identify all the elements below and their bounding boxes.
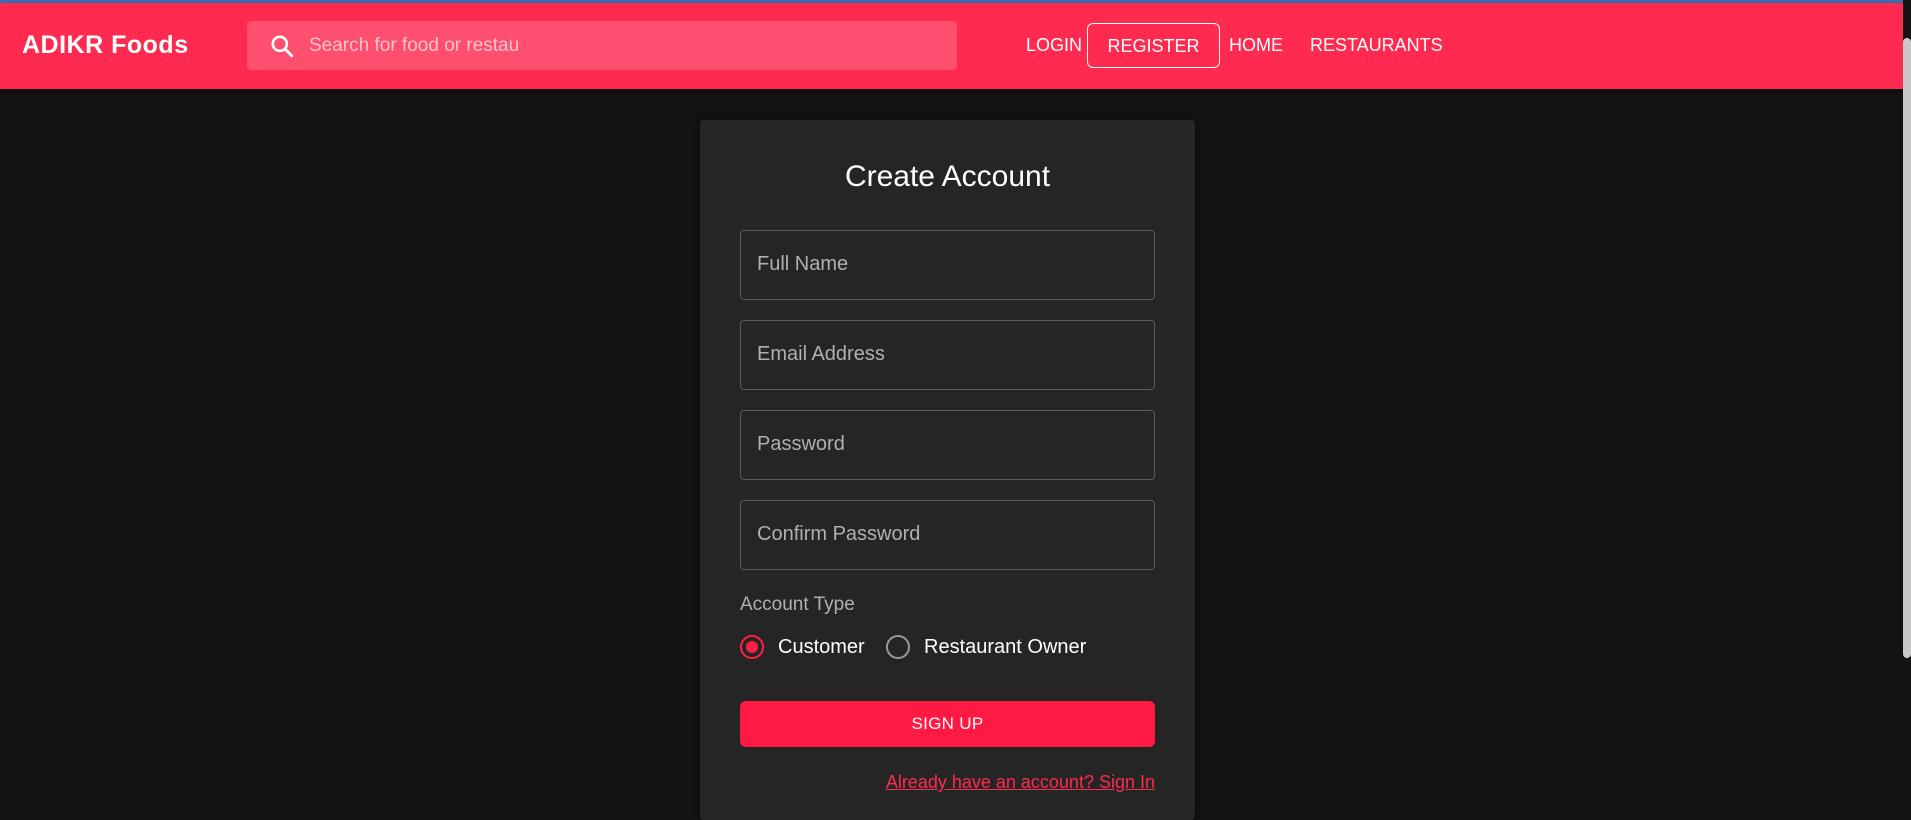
full-name-label: Full Name (757, 253, 849, 275)
radio-unchecked-icon[interactable] (886, 635, 910, 659)
radio-checked-icon[interactable] (740, 635, 764, 659)
sign-in-link[interactable]: Already have an account? Sign In (886, 772, 1155, 793)
brand-logo[interactable]: ADIKR Foods (22, 31, 189, 60)
account-type-radio-group: Customer Restaurant Owner (740, 632, 1155, 662)
app-bar: ADIKR Foods LOGIN REGISTER HOME RESTAURA… (0, 3, 1911, 89)
search-input[interactable] (307, 21, 527, 70)
email-field[interactable]: Email Address (740, 320, 1155, 390)
page-title: Create Account (844, 160, 1051, 193)
radio-customer[interactable]: Customer (740, 632, 865, 662)
radio-restaurant-owner-label[interactable]: Restaurant Owner (924, 636, 1086, 659)
radio-customer-label[interactable]: Customer (778, 636, 865, 659)
account-type-label: Account Type (740, 594, 855, 615)
nav-restaurants-button[interactable]: RESTAURANTS (1302, 23, 1450, 68)
full-name-field[interactable]: Full Name (740, 230, 1155, 300)
nav-home-button[interactable]: HOME (1221, 23, 1291, 68)
register-card: Create Account Full Name Email Address P… (700, 120, 1195, 820)
email-label: Email Address (757, 343, 885, 365)
nav-register-button[interactable]: REGISTER (1087, 23, 1220, 68)
scrollbar-thumb[interactable] (1903, 38, 1911, 658)
password-field[interactable]: Password (740, 410, 1155, 480)
search-box[interactable] (247, 21, 957, 70)
confirm-password-field[interactable]: Confirm Password (740, 500, 1155, 570)
sign-up-button[interactable]: SIGN UP (740, 701, 1155, 747)
search-icon (271, 35, 294, 58)
password-label: Password (757, 433, 845, 455)
radio-restaurant-owner[interactable]: Restaurant Owner (886, 632, 1086, 662)
confirm-password-label: Confirm Password (757, 523, 921, 545)
